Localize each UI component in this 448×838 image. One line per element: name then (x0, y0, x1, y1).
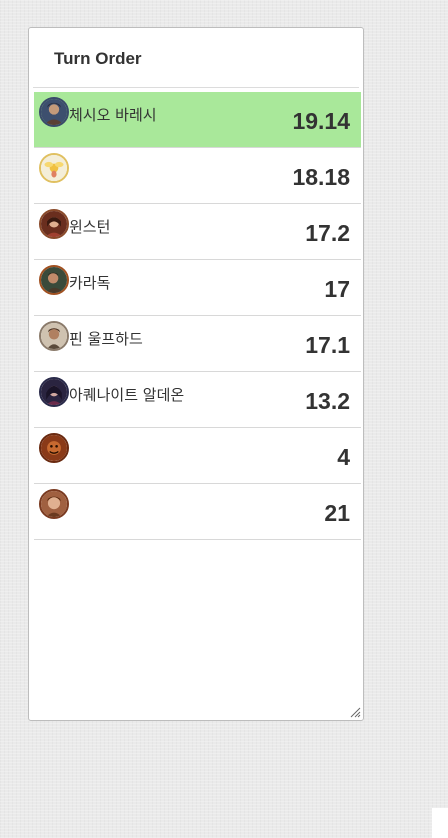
turn-order-list: 체시오 바레시 19.14 18.18 윈스턴 17.2 카라독 17 핀 울프… (34, 92, 361, 540)
combatant-name: 아퀘나이트 알데온 (69, 386, 185, 404)
turn-row[interactable]: 아퀘나이트 알데온 13.2 (34, 372, 361, 428)
turn-order-panel: Turn Order 체시오 바레시 19.14 18.18 윈스턴 17.2 (28, 27, 364, 721)
initiative-value: 17 (324, 276, 350, 302)
turn-row[interactable]: 핀 울프하드 17.1 (34, 316, 361, 372)
initiative-value: 19.14 (292, 108, 350, 134)
initiative-value: 4 (337, 444, 350, 470)
initiative-value: 21 (324, 500, 350, 526)
turn-row[interactable]: 18.18 (34, 148, 361, 204)
turn-row[interactable]: 카라독 17 (34, 260, 361, 316)
combatant-name: 핀 울프하드 (69, 330, 143, 348)
turn-row[interactable]: 윈스턴 17.2 (34, 204, 361, 260)
panel-header: Turn Order (33, 28, 359, 88)
monster-portrait-icon (39, 489, 69, 519)
turn-row[interactable]: 4 (34, 428, 361, 484)
combatant-name: 카라독 (69, 274, 111, 292)
window-corner (432, 808, 448, 838)
fairy-portrait-icon (39, 153, 69, 183)
initiative-value: 17.2 (305, 220, 350, 246)
panel-title: Turn Order (54, 49, 142, 68)
character-portrait-icon (39, 377, 69, 407)
initiative-value: 17.1 (305, 332, 350, 358)
combatant-name: 체시오 바레시 (69, 106, 157, 124)
turn-row[interactable]: 21 (34, 484, 361, 540)
character-portrait-icon (39, 209, 69, 239)
resize-handle-icon[interactable] (350, 707, 361, 718)
combatant-name: 윈스턴 (69, 218, 111, 236)
monster-portrait-icon (39, 433, 69, 463)
character-portrait-icon (39, 265, 69, 295)
initiative-value: 13.2 (305, 388, 350, 414)
character-portrait-icon (39, 97, 69, 127)
character-portrait-icon (39, 321, 69, 351)
initiative-value: 18.18 (292, 164, 350, 190)
turn-row[interactable]: 체시오 바레시 19.14 (34, 92, 361, 148)
